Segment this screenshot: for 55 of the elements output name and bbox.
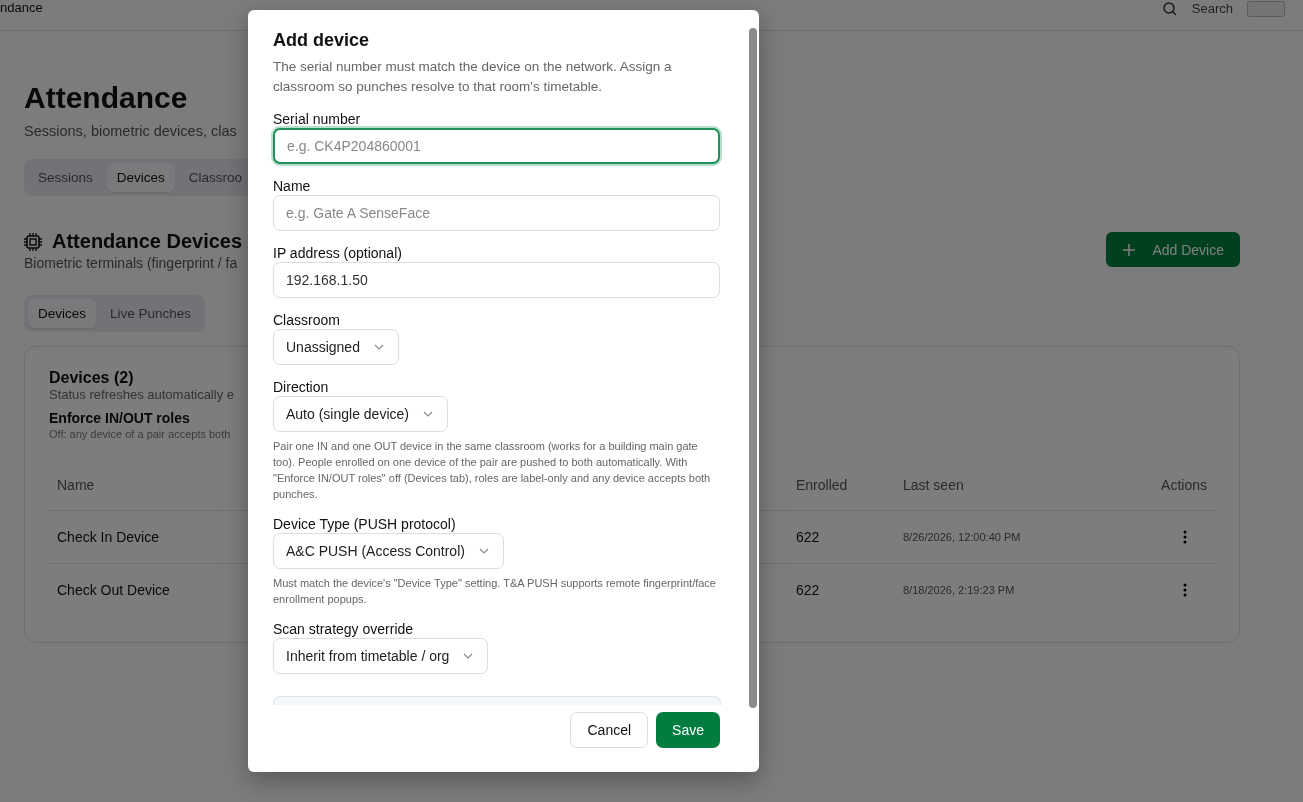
field-label: Name (273, 178, 311, 194)
column-header: Actions (1161, 477, 1207, 493)
search-link[interactable]: Search (1191, 1, 1233, 16)
add-device-button[interactable]: Add Device (1106, 232, 1240, 267)
page-subtitle: Sessions, biometric devices, clas (24, 123, 237, 139)
table-cell: Check In Device (57, 529, 159, 545)
select-field[interactable]: Unassigned (273, 329, 399, 365)
column-header: Enrolled (796, 477, 848, 493)
card-title: Devices (2) (49, 369, 134, 387)
tab[interactable]: Sessions (28, 163, 103, 192)
card-subtitle: Status refreshes automatically e (49, 387, 234, 402)
table-cell: 8/18/2026, 2:19:23 PM (903, 584, 1015, 596)
dialog-description: The serial number must match the device on the network. Assign a classroom so punches resolve to that room's timetable. (273, 58, 673, 96)
field-hint: Must match the device's "Device Type" setting. T&A PUSH supports remote fingerprint/face enrollment popups. (273, 576, 717, 607)
select-field[interactable]: Auto (single device) (273, 396, 448, 432)
save-button[interactable]: Save (656, 712, 720, 748)
more-icon[interactable] (1183, 583, 1187, 597)
tab[interactable]: Classroo (178, 163, 253, 192)
section-title: Attendance Devices (52, 230, 243, 253)
dialog-title: Add device (273, 30, 370, 51)
chevron-down-icon (463, 653, 474, 659)
column-header: Name (57, 477, 95, 493)
chevron-down-icon (478, 548, 489, 554)
table-cell: 8/26/2026, 12:00:40 PM (903, 531, 1021, 543)
select-field[interactable]: A&C PUSH (Access Control) (273, 533, 504, 569)
input-field[interactable]: e.g. CK4P204860001 (273, 128, 720, 164)
column-header: Last seen (903, 477, 964, 493)
select-field[interactable]: Inherit from timetable / org (273, 638, 489, 674)
chip-icon (24, 232, 42, 251)
field-label: Serial number (273, 111, 361, 127)
app-title: ndance (0, 0, 43, 15)
field-hint: Pair one IN and one OUT device in the same classroom (works for a building main gate too). People enrolled on one device of the pair are pushed to both automatically. With "Enforce IN/OUT roles" off (Devices tab), roles are label-only and any device accepts both punches. (273, 439, 712, 502)
tab[interactable]: Live Punches (100, 299, 202, 328)
setting-title: Enforce IN/OUT roles (49, 410, 190, 426)
section-subtitle: Biometric terminals (fingerprint / fa (24, 255, 238, 271)
table-cell: Check Out Device (57, 582, 170, 598)
search-icon[interactable] (1161, 1, 1178, 17)
cancel-button[interactable]: Cancel (570, 712, 649, 748)
plus-icon (1122, 242, 1137, 257)
chevron-down-icon (373, 344, 384, 350)
more-icon[interactable] (1183, 530, 1187, 544)
input-field[interactable]: 192.168.1.50 (273, 262, 720, 298)
setting-hint: Off: any device of a pair accepts both (49, 428, 231, 440)
field-label: Scan strategy override (273, 621, 414, 637)
tab[interactable]: Devices (106, 163, 175, 192)
table-cell: 622 (796, 529, 820, 545)
chevron-down-icon (422, 411, 433, 417)
field-label: Device Type (PUSH protocol) (273, 516, 456, 532)
field-label: Classroom (273, 312, 340, 328)
table-cell: 622 (796, 582, 820, 598)
shortcut-key (1247, 1, 1285, 17)
page-title: Attendance (24, 81, 188, 115)
field-label: Direction (273, 379, 329, 395)
field-label: IP address (optional) (273, 245, 402, 261)
tab[interactable]: Devices (28, 299, 96, 328)
